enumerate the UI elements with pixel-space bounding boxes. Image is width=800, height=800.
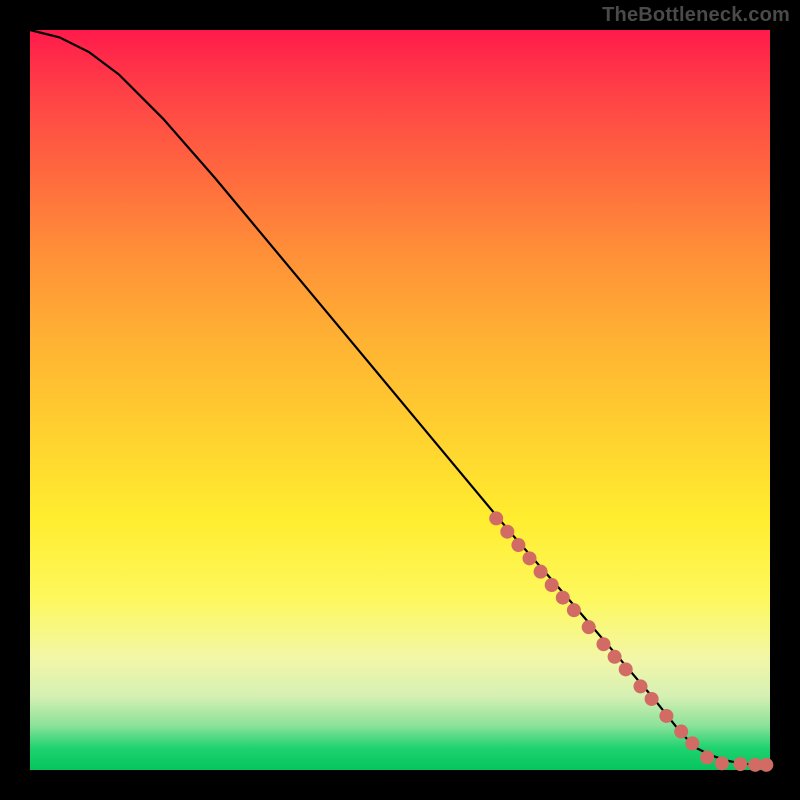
data-marker [733,757,747,771]
data-marker [511,538,525,552]
data-marker [582,620,596,634]
data-marker [556,591,570,605]
chart-frame: TheBottleneck.com [0,0,800,800]
watermark-text: TheBottleneck.com [602,4,790,27]
data-marker [759,758,773,772]
data-marker [619,662,633,676]
data-marker [489,511,503,525]
data-marker [715,756,729,770]
bottleneck-curve [30,30,770,765]
data-marker [500,525,514,539]
chart-overlay [30,30,770,770]
plot-area [30,30,770,770]
data-marker [608,650,622,664]
marker-group [489,511,773,771]
data-marker [534,565,548,579]
data-marker [659,709,673,723]
data-marker [567,603,581,617]
data-marker [674,725,688,739]
data-marker [634,679,648,693]
data-marker [523,551,537,565]
data-marker [685,736,699,750]
data-marker [545,578,559,592]
data-marker [597,637,611,651]
data-marker [700,750,714,764]
data-marker [645,692,659,706]
